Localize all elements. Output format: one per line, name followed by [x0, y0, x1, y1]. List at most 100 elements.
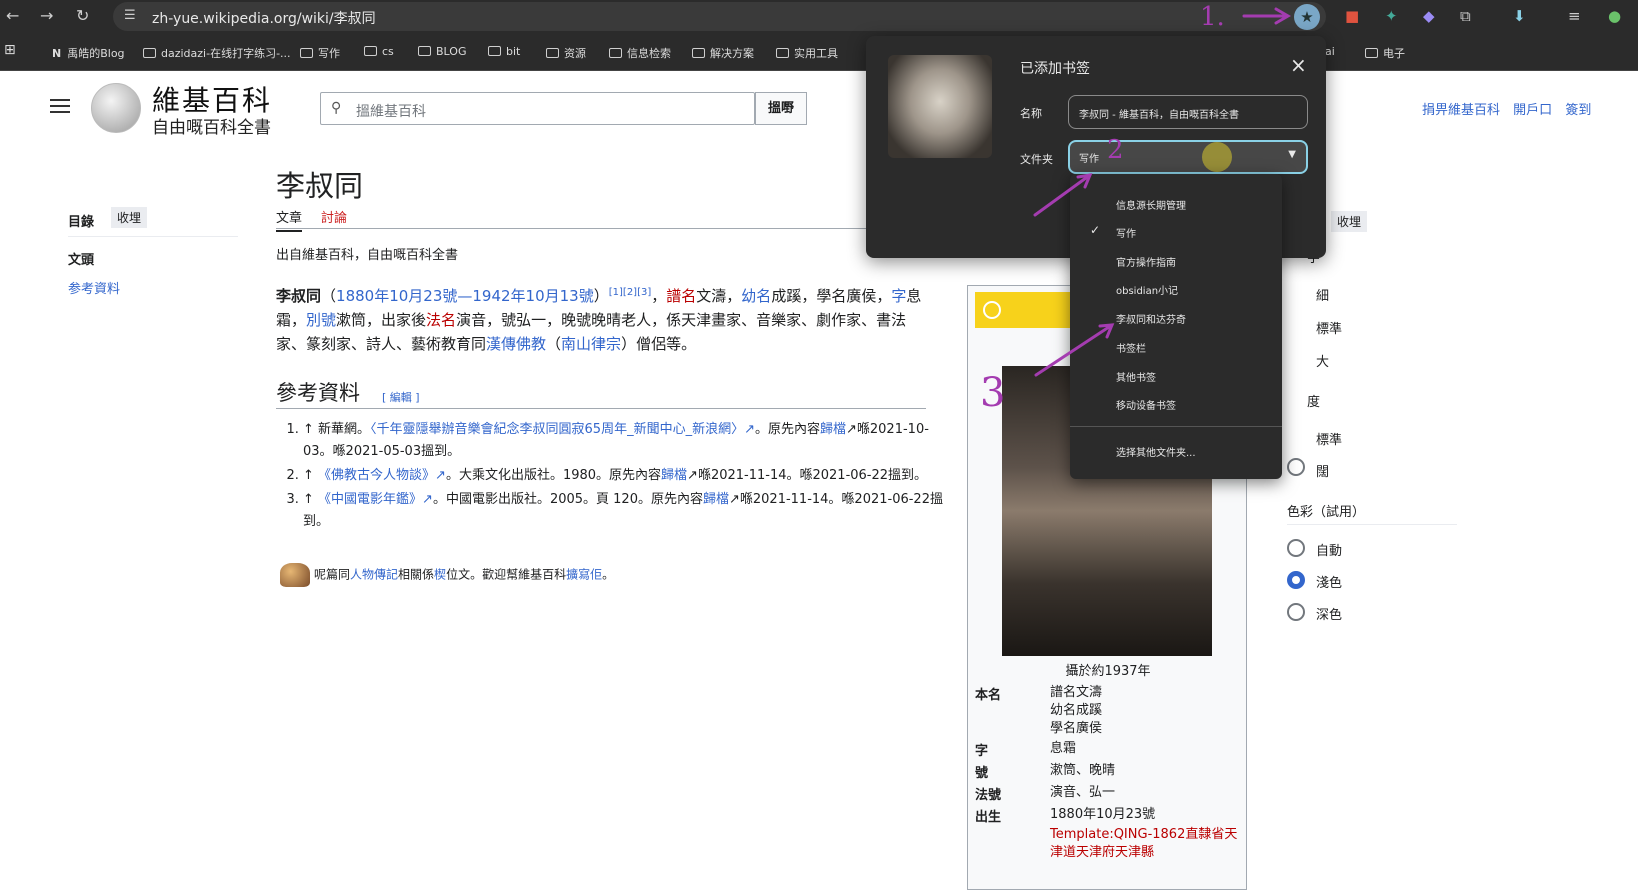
text: 文濤，	[696, 287, 742, 305]
references-list: ↑ 新華網。〈千年靈隱舉辦音樂會紀念李叔同圓寂65周年_新聞中心_新浪網〉↗。原…	[303, 419, 948, 535]
dates-link[interactable]: 1880年10月23號—1942年10月13號	[336, 287, 594, 305]
menu-item-folder[interactable]: obsidian小记	[1116, 282, 1178, 297]
extensions-icon[interactable]: ⧉	[1460, 7, 1471, 25]
link[interactable]: 字	[891, 287, 906, 305]
bookmark-star-icon[interactable]: ★	[1294, 4, 1320, 30]
bookmark-folder[interactable]: BLOG	[418, 45, 466, 58]
toc-hide-button[interactable]: 收埋	[111, 207, 148, 228]
color-auto-radio[interactable]	[1287, 539, 1305, 557]
back-icon[interactable]: ←	[6, 6, 19, 25]
archive-link[interactable]: 歸檔	[820, 422, 846, 437]
apps-icon[interactable]: ⊞	[4, 42, 16, 58]
text-size-large[interactable]: 大	[1316, 351, 1329, 370]
link[interactable]: 幼名	[741, 287, 771, 305]
width-standard[interactable]: 標準	[1316, 429, 1342, 448]
bookmark-folder[interactable]: 电子	[1365, 45, 1405, 61]
edit-section-link[interactable]: [ 編輯 ]	[382, 389, 420, 405]
color-light-label[interactable]: 淺色	[1316, 572, 1342, 591]
dialog-title: 已添加书签	[1020, 61, 1090, 77]
reference-link[interactable]: 《中國電影年鑑》↗	[318, 492, 433, 507]
citation-link[interactable]: [1][2][3]	[609, 287, 652, 298]
link[interactable]: 擴寫佢	[566, 568, 602, 582]
tab-talk[interactable]: 討論	[321, 207, 347, 226]
width-wide-radio[interactable]	[1287, 458, 1305, 476]
bookmark-folder[interactable]: 实用工具	[776, 45, 838, 61]
search-input[interactable]: ⚲ 搵維基百科	[320, 92, 755, 125]
bookmark-item[interactable]: N 禹皓的Blog	[52, 45, 125, 61]
forward-icon[interactable]: →	[40, 6, 53, 25]
extension-icon-1[interactable]: ■	[1345, 7, 1359, 25]
bookmark-folder[interactable]: bit	[488, 45, 520, 58]
color-light-radio[interactable]	[1287, 571, 1305, 589]
text: ）僧侶等。	[621, 335, 697, 353]
menu-item-folder[interactable]: 李叔同和达芬奇	[1116, 311, 1186, 326]
search-button[interactable]: 搵嘢	[755, 92, 807, 125]
annotation-1: 1.	[1200, 2, 1225, 32]
wikipedia-globe-logo[interactable]	[91, 83, 141, 133]
donate-link[interactable]: 捐畀維基百科	[1422, 103, 1500, 118]
close-icon[interactable]: ×	[1290, 53, 1307, 77]
annotation-3: 3	[980, 370, 1006, 416]
archive-link[interactable]: 歸檔	[661, 468, 687, 483]
folder-select[interactable]: 写作 ▼	[1068, 140, 1308, 174]
reload-icon[interactable]: ↻	[76, 6, 89, 25]
reference-link[interactable]: 〈千年靈隱舉辦音樂會紀念李叔同圓寂65周年_新聞中心_新浪網〉↗	[370, 422, 755, 437]
menu-item-folder[interactable]: 书签栏	[1116, 340, 1146, 355]
infobox-key: 法號	[975, 788, 1002, 803]
bookmark-name-field[interactable]: 李叔同 - 維基百科，自由嘅百科全書	[1068, 95, 1308, 129]
divider	[1070, 426, 1282, 427]
logo-subtitle: 自由嘅百科全書	[152, 118, 271, 138]
color-dark-radio[interactable]	[1287, 603, 1305, 621]
text-size-small[interactable]: 細	[1316, 285, 1329, 304]
search-placeholder: 搵維基百科	[356, 104, 426, 120]
bookmark-folder[interactable]: 解决方案	[692, 45, 754, 61]
people-icon	[280, 563, 310, 587]
create-account-link[interactable]: 開戶口	[1513, 103, 1552, 118]
tune-icon[interactable]: ☰	[124, 8, 136, 23]
text-size-standard[interactable]: 標準	[1316, 318, 1342, 337]
menu-item-folder[interactable]: 信息源长期管理	[1116, 197, 1186, 212]
menu-item-folder[interactable]: 移动设备书签	[1116, 397, 1176, 412]
width-wide[interactable]: 闊	[1316, 461, 1329, 480]
bookmark-folder[interactable]: 资源	[546, 45, 586, 61]
link[interactable]: 別號	[306, 311, 336, 329]
bookmark-item[interactable]: dazidazi-在线打字练习-...	[143, 45, 291, 61]
menu-item-folder[interactable]: 其他书签	[1116, 369, 1156, 384]
user-links: 捐畀維基百科 開戶口 簽到	[1422, 99, 1600, 118]
text: 成蹊，學名廣侯，	[771, 287, 892, 305]
toc-item-references[interactable]: 参考資料	[68, 278, 120, 297]
main-menu-icon[interactable]	[50, 99, 70, 113]
login-link[interactable]: 簽到	[1565, 103, 1591, 118]
menu-item-folder-checked[interactable]: 写作	[1090, 223, 1136, 240]
link[interactable]: 人物傳記	[350, 568, 398, 582]
menu-item-choose-other[interactable]: 选择其他文件夹...	[1116, 444, 1196, 459]
link[interactable]: 漢傳佛教	[486, 335, 546, 353]
bookmark-folder[interactable]: 信息检索	[609, 45, 671, 61]
infobox-value: 譜名文濤 幼名成蹊 學名廣侯	[1050, 685, 1103, 736]
extension-icon-2[interactable]: ✦	[1385, 7, 1398, 25]
search-icon: ⚲	[331, 100, 342, 116]
color-auto-label[interactable]: 自動	[1316, 540, 1342, 559]
color-dark-label[interactable]: 深色	[1316, 604, 1342, 623]
redlink[interactable]: 法名	[426, 311, 456, 329]
link[interactable]: 楔	[434, 568, 446, 582]
url-text[interactable]: zh-yue.wikipedia.org/wiki/李叔同	[152, 8, 376, 28]
template-error[interactable]: Template:QING-1862直隸省天津道天津府天津縣	[1050, 826, 1240, 862]
bookmark-folder[interactable]: 写作	[300, 45, 340, 61]
folder-label: 文件夹	[1020, 153, 1053, 166]
appearance-hide-button[interactable]: 收埋	[1331, 211, 1368, 232]
toc-item-top[interactable]: 文頭	[68, 249, 94, 268]
link[interactable]: 南山律宗	[561, 335, 621, 353]
reading-list-icon[interactable]: ≡	[1568, 7, 1581, 25]
archive-link[interactable]: 歸檔	[703, 492, 729, 507]
bookmark-folder[interactable]: cs	[364, 45, 394, 58]
reference-item: ↑ 新華網。〈千年靈隱舉辦音樂會紀念李叔同圓寂65周年_新聞中心_新浪網〉↗。原…	[303, 419, 948, 463]
download-icon[interactable]: ⬇	[1513, 7, 1526, 25]
profile-avatar[interactable]: ●	[1608, 7, 1621, 25]
annotation-2: 2	[1107, 135, 1124, 165]
redlink[interactable]: 譜名	[666, 287, 696, 305]
extension-icon-3[interactable]: ◆	[1423, 7, 1435, 25]
bookmark-folder[interactable]: ai	[1325, 45, 1335, 58]
menu-item-folder[interactable]: 官方操作指南	[1116, 254, 1176, 269]
reference-link[interactable]: 《佛教古今人物談》↗	[318, 468, 446, 483]
